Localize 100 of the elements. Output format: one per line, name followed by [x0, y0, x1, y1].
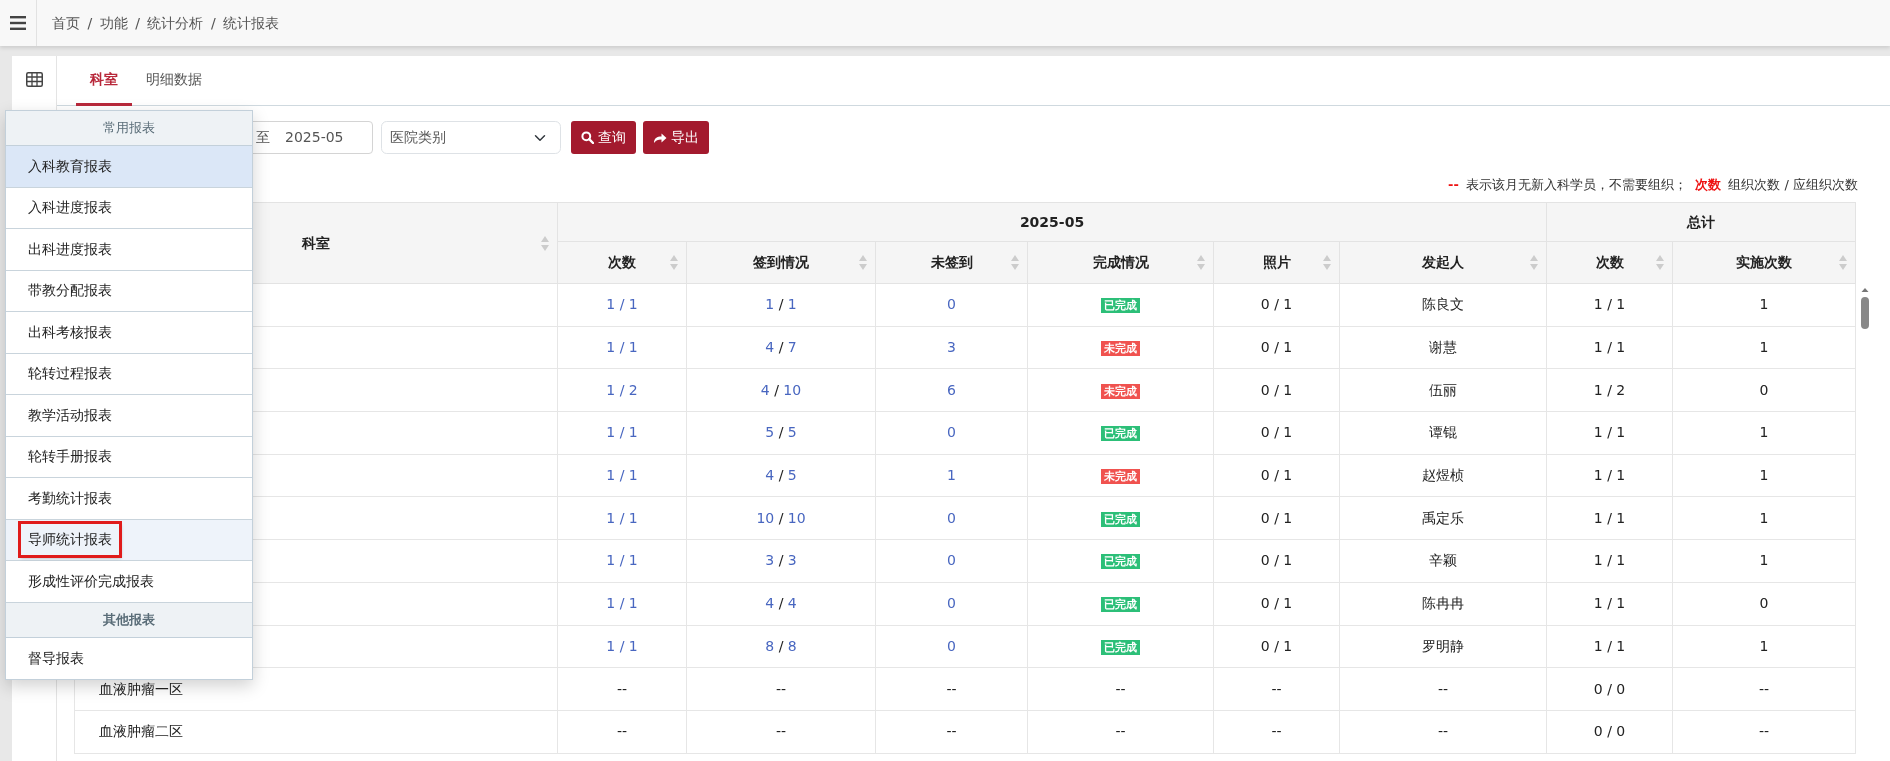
header-cell[interactable]: 发起人	[1339, 241, 1547, 284]
table-cell: 1 / 1	[1546, 539, 1673, 583]
table-cell: --	[875, 667, 1028, 711]
export-button[interactable]: 导出	[643, 121, 709, 154]
menu-item[interactable]: 入科进度报表	[6, 187, 252, 229]
table-cell: 罗明静	[1339, 625, 1547, 668]
sort-icon[interactable]	[859, 255, 867, 270]
menu-item[interactable]: 轮转手册报表	[6, 436, 252, 478]
breadcrumb-link[interactable]: 统计报表	[223, 12, 280, 34]
table-cell: 0 / 1	[1213, 496, 1340, 540]
table-cell: --	[1027, 667, 1214, 711]
table-cell: 0 / 0	[1546, 667, 1673, 711]
header-cell[interactable]: 照片	[1213, 241, 1340, 284]
table-cell: --	[1339, 667, 1547, 711]
column-title: 完成情况	[1092, 253, 1149, 272]
table-cell: 1 / 1	[557, 625, 687, 668]
table-cell: 血液肿瘤二区	[74, 710, 558, 754]
table-cell: 1 / 1	[1546, 326, 1673, 369]
menu-item[interactable]: 形成性评价完成报表	[6, 561, 252, 603]
search-icon	[581, 131, 594, 144]
table-cell: --	[557, 710, 687, 754]
menu-item[interactable]: 入科教育报表	[6, 146, 252, 188]
menu-item[interactable]: 教学活动报表	[6, 395, 252, 437]
tab[interactable]: 科室	[76, 56, 132, 106]
header-cell[interactable]: 完成情况	[1027, 241, 1214, 284]
table-cell: 3 / 3	[686, 539, 876, 583]
table-cell: 10 / 10	[686, 496, 876, 540]
table-cell: 1 / 1	[1546, 283, 1673, 327]
table-cell: 1 / 1	[1546, 625, 1673, 668]
menu-item[interactable]: 轮转过程报表	[6, 353, 252, 395]
sort-icon[interactable]	[1656, 255, 1664, 270]
table-cell: 1 / 1	[557, 326, 687, 369]
header-cell[interactable]: 次数	[557, 241, 687, 284]
group-header: 总计	[1546, 202, 1856, 242]
status-badge: 未完成	[1101, 341, 1140, 357]
column-title: 照片	[1262, 253, 1291, 272]
menu-item[interactable]: 出科进度报表	[6, 229, 252, 271]
sort-icon[interactable]	[670, 255, 678, 270]
table-cell: 0 / 1	[1213, 283, 1340, 327]
menu-item[interactable]: 出科考核报表	[6, 312, 252, 354]
header-cell[interactable]: 实施次数	[1672, 241, 1856, 284]
breadcrumb-link[interactable]: 功能	[99, 12, 128, 34]
table-cell: 谢慧	[1339, 326, 1547, 369]
status-badge: 已完成	[1101, 298, 1140, 314]
table-cell: 8 / 8	[686, 625, 876, 668]
table-cell: --	[1213, 667, 1340, 711]
table-cell: 1	[875, 454, 1028, 497]
table-cell: 0 / 1	[1213, 625, 1340, 668]
table-cell: 0 / 1	[1213, 411, 1340, 455]
menu-section-header: 其他报表	[6, 602, 252, 638]
sort-icon[interactable]	[1011, 255, 1019, 270]
table-cell: 1	[1672, 411, 1856, 455]
breadcrumb-separator: /	[135, 13, 140, 33]
table-cell: 1 / 1	[557, 411, 687, 455]
sort-icon[interactable]	[1197, 255, 1205, 270]
sort-icon[interactable]	[1839, 255, 1847, 270]
status-badge: 已完成	[1101, 511, 1140, 527]
menu-section-header: 常用报表	[6, 111, 252, 146]
breadcrumb-link[interactable]: 统计分析	[147, 12, 204, 34]
header-cell[interactable]: 未签到	[875, 241, 1028, 284]
table-cell: --	[1027, 710, 1214, 754]
table-cell: 1	[1672, 454, 1856, 497]
table-icon[interactable]	[25, 72, 43, 87]
legend-text: 组织次数 / 应组织次数	[1728, 178, 1858, 191]
header-cell[interactable]: 签到情况	[686, 241, 876, 284]
column-title: 科室	[302, 233, 330, 253]
table-cell: 0 / 1	[1213, 582, 1340, 625]
menu-icon[interactable]	[10, 16, 26, 30]
table-cell: 1 / 1	[1546, 582, 1673, 625]
search-button[interactable]: 查询	[571, 121, 636, 154]
table-cell: 1	[1672, 539, 1856, 583]
hospital-type-select[interactable]: 医院类别	[380, 121, 561, 154]
table-cell: --	[686, 710, 876, 754]
column-title: 发起人	[1422, 253, 1464, 272]
table-cell: 伍丽	[1339, 368, 1547, 412]
breadcrumb-link[interactable]: 首页	[52, 12, 80, 34]
column-title: 实施次数	[1736, 253, 1792, 272]
sort-icon[interactable]	[541, 235, 549, 251]
menu-item[interactable]: 导师统计报表	[6, 519, 252, 561]
status-badge: 已完成	[1101, 554, 1140, 570]
table-cell: 1 / 2	[557, 368, 687, 412]
menu-item[interactable]: 带教分配报表	[6, 270, 252, 312]
table-cell: 0	[875, 625, 1028, 668]
status-badge: 未完成	[1101, 383, 1140, 399]
table-cell: 5 / 5	[686, 411, 876, 455]
column-title: 次数	[608, 253, 636, 272]
header-cell[interactable]: 次数	[1546, 241, 1673, 284]
table-cell: 4 / 10	[686, 368, 876, 412]
status-badge: 已完成	[1101, 597, 1140, 613]
table-cell: 0	[875, 582, 1028, 625]
table-cell: --	[557, 667, 687, 711]
menu-item[interactable]: 考勤统计报表	[6, 478, 252, 520]
table-cell: 0	[875, 411, 1028, 455]
sort-icon[interactable]	[1323, 255, 1331, 270]
table-cell: --	[1672, 667, 1856, 711]
table-cell: 1 / 1	[686, 283, 876, 327]
legend-text: 表示该月无新入科学员，不需要组织；	[1466, 178, 1688, 191]
table-cell: --	[686, 667, 876, 711]
sort-icon[interactable]	[1530, 255, 1538, 270]
tab[interactable]: 明细数据	[132, 56, 216, 106]
